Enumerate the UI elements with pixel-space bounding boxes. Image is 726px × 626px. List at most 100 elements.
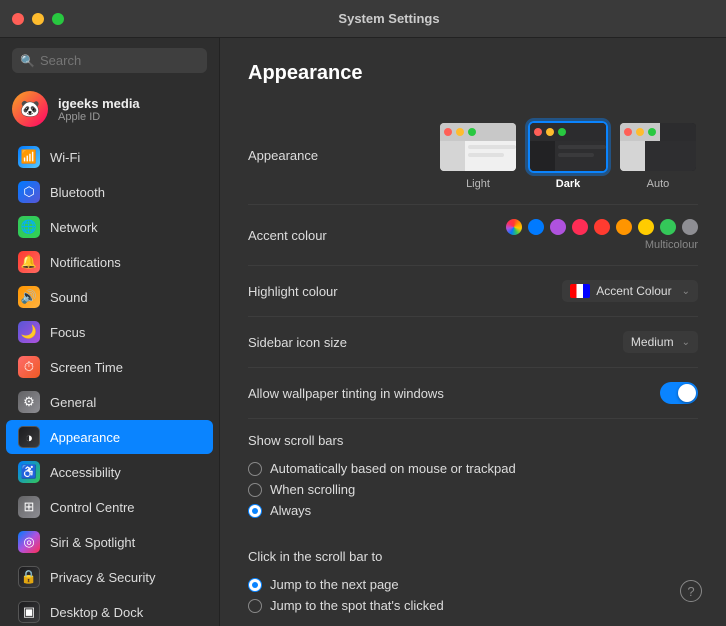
wallpaper-tinting-label: Allow wallpaper tinting in windows [248,386,444,401]
multicolour-label: Multicolour [645,239,698,251]
scroll-bars-label: Show scroll bars [248,419,698,454]
search-input[interactable] [12,48,207,73]
sidebar-item-privacy[interactable]: 🔒 Privacy & Security [6,560,213,594]
maximize-button[interactable] [52,13,64,25]
focus-icon: 🌙 [18,321,40,343]
sidebar-item-label-network: Network [50,220,98,235]
scroll-click-option-next-page[interactable]: Jump to the next page [248,574,698,595]
highlight-colour-row: Highlight colour Accent Colour ⌄ [248,266,698,317]
chevron-down-icon: ⌄ [682,286,690,297]
accent-color-orange[interactable] [616,219,632,235]
sidebar-icon-size-label: Sidebar icon size [248,335,408,350]
scroll-bars-section: Show scroll bars Automatically based on … [248,419,698,525]
sound-icon: 🔊 [18,286,40,308]
appearance-thumb-dark [528,121,608,173]
accent-color-multicolour[interactable] [506,219,522,235]
sidebar-item-appearance[interactable]: ◑Appearance [6,420,213,454]
accent-color-pink[interactable] [572,219,588,235]
wallpaper-tinting-toggle[interactable] [660,382,698,404]
content-area: Appearance Appearance Light [220,38,726,626]
sidebar-item-desktop[interactable]: ▣Desktop & Dock [6,595,213,626]
avatar: 🐼 [12,91,48,127]
scroll-click-options: Jump to the next page Jump to the spot th… [248,570,698,620]
close-button[interactable] [12,13,24,25]
radio-label-auto: Automatically based on mouse or trackpad [270,461,516,476]
appearance-option-dark[interactable]: Dark [528,121,608,190]
accessibility-icon: ♿ [18,461,40,483]
sidebar-item-label-general: General [50,395,96,410]
scroll-bar-option-scrolling[interactable]: When scrolling [248,479,698,500]
help-button[interactable]: ? [680,580,702,602]
radio-click-label-clicked-spot: Jump to the spot that's clicked [270,598,444,613]
appearance-setting-row: Appearance Light Dark [248,107,698,205]
sidebar-item-accessibility[interactable]: ♿ Accessibility [6,455,213,489]
sidebar-item-controlcentre[interactable]: ⊞Control Centre [6,490,213,524]
size-chevron-icon: ⌄ [682,337,690,348]
sidebar-item-label-siri: Siri & Spotlight [50,535,135,550]
appearance-thumb-light [438,121,518,173]
scroll-click-section: Click in the scroll bar to Jump to the n… [248,535,698,620]
accent-color-green[interactable] [660,219,676,235]
search-wrapper: 🔍 [12,48,207,73]
wifi-icon: 📶 [18,146,40,168]
sidebar-item-bluetooth[interactable]: ⬡ Bluetooth [6,175,213,209]
sidebar-item-label-appearance: Appearance [50,430,120,445]
color-dots [506,219,698,235]
sidebar-item-sound[interactable]: 🔊Sound [6,280,213,314]
sidebar-item-focus[interactable]: 🌙Focus [6,315,213,349]
accent-colour-label: Accent colour [248,228,408,243]
minimize-button[interactable] [32,13,44,25]
user-sub: Apple ID [58,111,140,123]
toggle-knob [678,384,696,402]
highlight-colour-value: Accent Colour [596,284,671,298]
sidebar: 🔍 🐼 igeeks media Apple ID 📶 Wi-Fi ⬡ Bluetoo… [0,38,220,626]
appearance-thumb-auto [618,121,698,173]
scroll-bars-options: Automatically based on mouse or trackpad… [248,454,698,525]
radio-scrolling [248,483,262,497]
appearance-option-auto[interactable]: Auto [618,121,698,190]
scroll-bar-option-auto[interactable]: Automatically based on mouse or trackpad [248,458,698,479]
sidebar-item-label-privacy: Privacy & Security [50,570,155,585]
radio-always [248,504,262,518]
radio-auto [248,462,262,476]
privacy-icon: 🔒 [18,566,40,588]
sidebar-item-wifi[interactable]: 📶 Wi-Fi [6,140,213,174]
sidebar-item-screentime[interactable]: ⏱Screen Time [6,350,213,384]
accent-color-purple[interactable] [550,219,566,235]
sidebar-item-siri[interactable]: ◎Siri & Spotlight [6,525,213,559]
sidebar-list: 📶Wi-Fi⬡Bluetooth🌐Network🔔Notifications🔊S… [0,135,219,626]
sidebar-item-label-screentime: Screen Time [50,360,123,375]
appearance-option-light[interactable]: Light [438,121,518,190]
sidebar-item-label-wifi: Wi-Fi [50,150,80,165]
scroll-bar-option-always[interactable]: Always [248,500,698,521]
sidebar-item-notifications[interactable]: 🔔Notifications [6,245,213,279]
sidebar-item-general[interactable]: ⚙ General [6,385,213,419]
appearance-label: Appearance [248,148,408,163]
accent-color-graphite[interactable] [682,219,698,235]
radio-label-scrolling: When scrolling [270,482,355,497]
sidebar-item-label-bluetooth: Bluetooth [50,185,105,200]
flag-icon [570,284,590,298]
scroll-click-option-clicked-spot[interactable]: Jump to the spot that's clicked [248,595,698,616]
accent-color-yellow[interactable] [638,219,654,235]
user-profile[interactable]: 🐼 igeeks media Apple ID [0,83,219,135]
general-icon: ⚙ [18,391,40,413]
accent-color-blue[interactable] [528,219,544,235]
appearance-label-light: Light [466,178,490,190]
scroll-click-label: Click in the scroll bar to [248,535,698,570]
radio-click-next-page [248,578,262,592]
controlcentre-icon: ⊞ [18,496,40,518]
window-title: System Settings [64,11,714,26]
sidebar-item-label-accessibility: Accessibility [50,465,121,480]
sidebar-icon-size-select[interactable]: Medium ⌄ [623,331,698,353]
bluetooth-icon: ⬡ [18,181,40,203]
accent-colors: Multicolour [506,219,698,251]
accent-color-red[interactable] [594,219,610,235]
accent-colour-row: Accent colour Multicolour [248,205,698,266]
appearance-label-dark: Dark [556,178,580,190]
radio-label-always: Always [270,503,311,518]
highlight-colour-select[interactable]: Accent Colour ⌄ [562,280,698,302]
sidebar-item-network[interactable]: 🌐 Network [6,210,213,244]
notifications-icon: 🔔 [18,251,40,273]
network-icon: 🌐 [18,216,40,238]
